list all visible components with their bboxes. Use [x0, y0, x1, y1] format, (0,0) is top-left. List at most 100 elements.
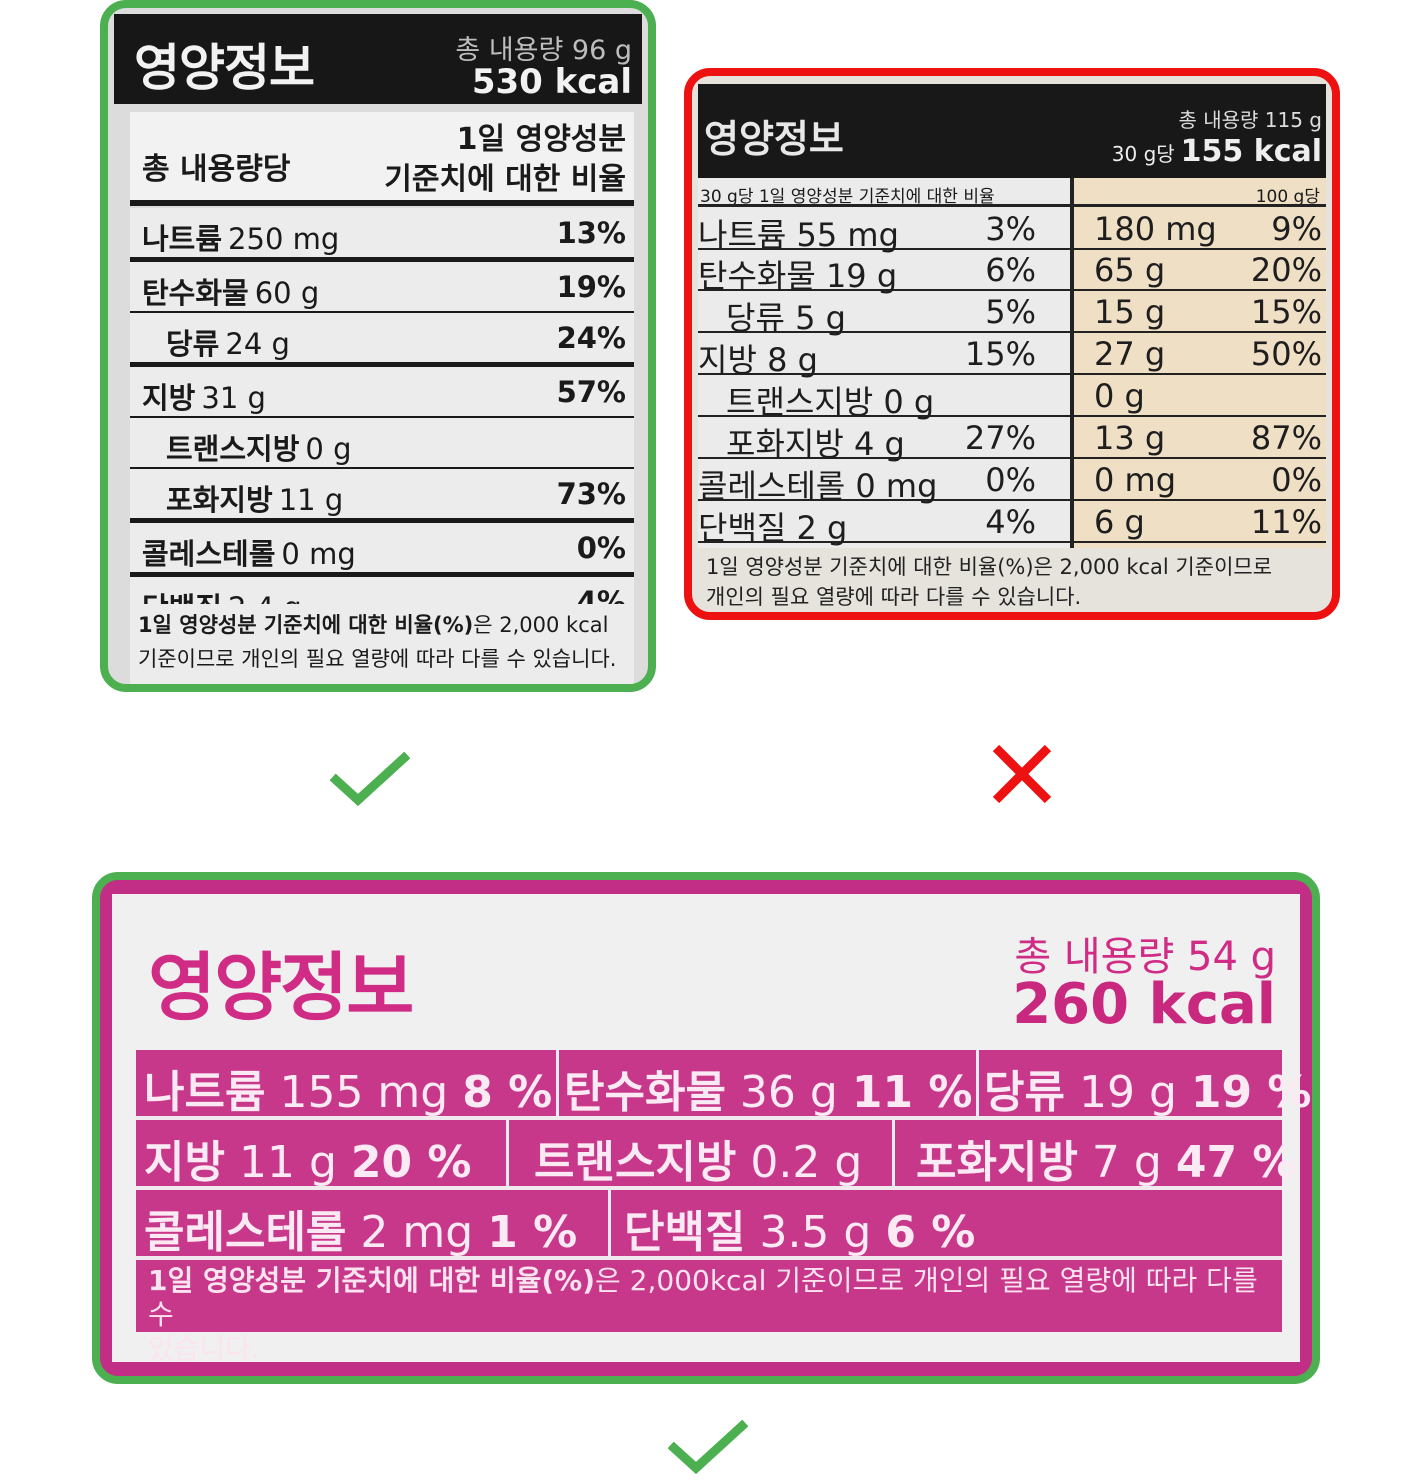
nutrient-row: 지방 31 g 57% — [130, 367, 634, 418]
nutrient-pct-100g: 9% — [1271, 210, 1322, 248]
nutrient-amount: 60 g — [254, 276, 320, 310]
nutrient-name: 단백질 — [698, 509, 787, 547]
label-a-footnote: 1일 영양성분 기준치에 대한 비율(%)은 2,000 kcal 기준이므로 … — [130, 604, 634, 684]
nutrient-pct-100g: 20% — [1250, 251, 1322, 289]
nutrient-name: 나트륨 — [142, 222, 223, 256]
nutrient-cell: 당류 19 g 19 % — [984, 1067, 1312, 1118]
nutrient-row: 탄수화물 19 g 6% 65 g 20% — [698, 248, 1326, 295]
nutrient-row: 콜레스테롤 0 mg 0% — [130, 523, 634, 577]
nutrient-amount-100g: 180 mg — [1094, 210, 1217, 248]
label-b-total-content: 총 내용량 115 g — [1178, 108, 1322, 132]
nutrient-row: 지방 8 g 15% 27 g 50% — [698, 332, 1326, 379]
nutrient-amount-100g: 13 g — [1094, 419, 1166, 457]
check-icon — [668, 1420, 748, 1475]
nutrient-pct: 5% — [985, 293, 1036, 331]
nutrient-name: 탄수화물 — [142, 276, 249, 310]
footnote-line2: 기준이므로 개인의 필요 열량에 따라 다를 수 있습니다. — [138, 647, 617, 671]
nutrient-cell: 콜레스테롤 2 mg 1 % — [144, 1207, 578, 1258]
nutrient-row: 콜레스테롤 0 mg 0% 0 mg 0% — [698, 458, 1326, 505]
nutrient-amount-100g: 15 g — [1094, 293, 1166, 331]
nutrient-name: 지방 — [142, 381, 196, 415]
label-c-title: 영양정보 — [148, 945, 414, 1031]
label-a-col-right-2: 기준치에 대한 비율 — [384, 162, 626, 197]
label-b-header: 영양정보 총 내용량 115 g 30 g당 155 kcal — [698, 84, 1326, 178]
footnote-line1: 1일 영양성분 기준치에 대한 비율(%)은 2,000 kcal 기준이므로 — [706, 555, 1273, 579]
nutrient-amount-100g: 27 g — [1094, 335, 1166, 373]
nutrient-pct-100g: 15% — [1250, 293, 1322, 331]
nutrient-amount: 31 g — [201, 381, 266, 415]
nutrient-amount-100g: 0 mg — [1094, 461, 1177, 499]
nutrient-row: 탄수화물 60 g 19% — [130, 262, 634, 313]
nutrient-pct: 15% — [964, 335, 1036, 373]
label-a-col-left: 총 내용량당 — [142, 152, 291, 187]
nutrient-row: 트랜스지방 0 g 0 g — [698, 374, 1326, 421]
nutrient-name: 콜레스테롤 — [142, 537, 276, 571]
nutrient-pct: 3% — [985, 210, 1036, 248]
nutrient-pct: 57% — [556, 375, 626, 409]
nutrient-cell: 포화지방 7 g 47 % — [916, 1137, 1297, 1188]
footnote-rest: 은 2,000 kcal — [473, 613, 609, 637]
nutrition-label-b: 영양정보 총 내용량 115 g 30 g당 155 kcal 30 g당 1일 … — [684, 68, 1340, 620]
nutrient-pct: 24% — [556, 321, 626, 355]
label-a-column-header: 총 내용량당 1일 영양성분 기준치에 대한 비율 — [130, 112, 634, 206]
label-a-col-right-1: 1일 영양성분 — [456, 122, 626, 157]
nutrient-pct: 13% — [556, 216, 626, 250]
nutrient-amount: 250 mg — [228, 222, 340, 256]
nutrient-row: 콜레스테롤 2 mg 1 % 단백질 3.5 g 6 % — [136, 1190, 1282, 1258]
footnote-bold: 1일 영양성분 기준치에 대한 비율(%) — [138, 613, 474, 637]
label-b-kcal-value: 155 kcal — [1180, 134, 1322, 169]
nutrition-label-c: 영양정보 총 내용량 54 g 260 kcal 나트륨 155 mg 8 % … — [92, 872, 1320, 1384]
nutrient-pct-100g: 87% — [1250, 419, 1322, 457]
nutrient-pct: 73% — [556, 477, 626, 511]
label-b-title: 영양정보 — [704, 117, 844, 161]
footnote-bold: 1일 영양성분 기준치에 대한 비율(%) — [148, 1264, 596, 1297]
check-icon — [330, 752, 410, 807]
label-c-footnote: 1일 영양성분 기준치에 대한 비율(%)은 2,000kcal 기준이므로 개… — [148, 1264, 1272, 1366]
nutrient-cell: 단백질 3.5 g 6 % — [624, 1207, 976, 1258]
label-b-table: 30 g당 1일 영양성분 기준치에 대한 비율 100 g당 나트륨 55 m… — [698, 178, 1326, 548]
nutrient-row: 포화지방 4 g 27% 13 g 87% — [698, 416, 1326, 463]
nutrient-cell: 지방 11 g 20 % — [144, 1137, 472, 1188]
cross-icon — [992, 744, 1052, 804]
label-b-serving: 30 g당 — [1111, 142, 1175, 166]
nutrient-pct: 0% — [985, 461, 1036, 499]
nutrient-pct: 6% — [985, 251, 1036, 289]
label-b-footnote: 1일 영양성분 기준치에 대한 비율(%)은 2,000 kcal 기준이므로 … — [706, 552, 1322, 612]
nutrient-name: 트랜스지방 — [166, 432, 300, 466]
nutrient-row: 당류 5 g 5% 15 g 15% — [698, 290, 1326, 337]
nutrient-row: 트랜스지방 0 g — [130, 418, 634, 469]
nutrient-pct: 19% — [556, 270, 626, 304]
nutrient-cell: 나트륨 155 mg 8 % — [144, 1067, 553, 1118]
nutrient-amount: 2 g — [796, 509, 848, 547]
nutrient-pct: 27% — [964, 419, 1036, 457]
label-c-kcal: 260 kcal — [1012, 972, 1276, 1037]
nutrient-pct-100g: 50% — [1250, 335, 1322, 373]
nutrient-row: 지방 11 g 20 % 트랜스지방 0.2 g 포화지방 7 g 47 % — [136, 1120, 1296, 1188]
nutrient-row: 나트륨 155 mg 8 % 탄수화물 36 g 11 % 당류 19 g 19… — [136, 1050, 1312, 1118]
label-a-header: 영양정보 총 내용량 96 g 530 kcal — [114, 14, 642, 104]
nutrient-pct-100g: 0% — [1271, 461, 1322, 499]
nutrient-name: 포화지방 — [166, 483, 273, 517]
nutrient-amount: 0 mg — [281, 537, 356, 571]
nutrient-row: 나트륨 250 mg 13% — [130, 208, 634, 262]
nutrient-amount: 24 g — [225, 327, 290, 361]
nutrient-amount-100g: 65 g — [1094, 251, 1166, 289]
nutrient-row: 당류 24 g 24% — [130, 313, 634, 367]
nutrient-row: 포화지방 11 g 73% — [130, 469, 634, 523]
nutrient-cell: 탄수화물 36 g 11 % — [564, 1067, 973, 1118]
nutrient-pct-100g: 11% — [1250, 503, 1322, 541]
nutrient-pct: 0% — [576, 531, 626, 565]
nutrient-amount-100g: 0 g — [1094, 377, 1145, 415]
nutrient-amount: 11 g — [278, 483, 344, 517]
label-c-grid: 나트륨 155 mg 8 % 탄수화물 36 g 11 % 당류 19 g 19… — [136, 1050, 1312, 1365]
nutrient-cell: 트랜스지방 0.2 g — [534, 1137, 863, 1188]
nutrient-amount: 0 g — [305, 432, 352, 466]
label-a-title: 영양정보 — [134, 39, 315, 97]
footnote-line2: 있습니다. — [148, 1332, 260, 1365]
nutrient-row: 단백질 2 g 4% 6 g 11% — [698, 500, 1326, 547]
nutrient-pct: 4% — [985, 503, 1036, 541]
nutrient-row: 나트륨 55 mg 3% 180 mg 9% — [698, 204, 1326, 254]
nutrient-amount-100g: 6 g — [1094, 503, 1145, 541]
label-a-kcal: 530 kcal — [471, 62, 632, 102]
nutrient-name: 당류 — [166, 327, 220, 361]
